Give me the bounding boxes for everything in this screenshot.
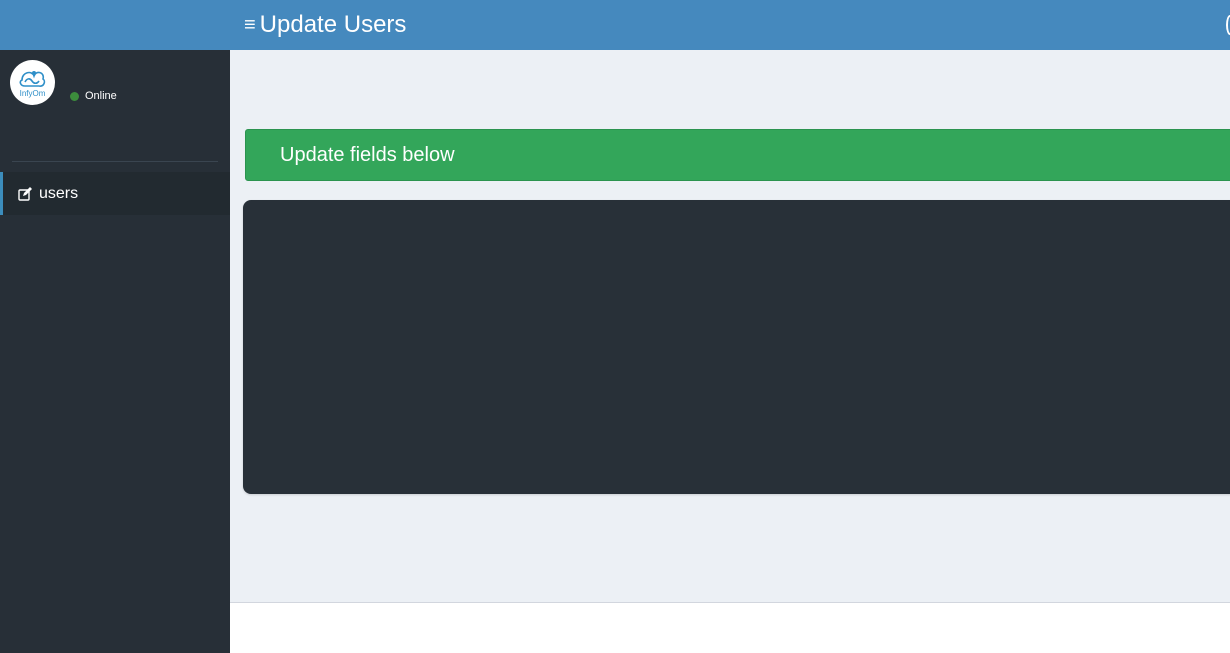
app-root: InfyOm Online users ≡ Update Users Updat… (0, 0, 1230, 653)
success-alert: Update fields below (245, 129, 1230, 181)
sidebar-logo-bar (0, 0, 230, 50)
main-content: Update fields below (230, 50, 1230, 602)
sidebar: InfyOm Online users (0, 0, 230, 653)
status-label: Online (85, 90, 117, 102)
top-header: ≡ Update Users (230, 0, 1230, 50)
alert-text: Update fields below (280, 143, 455, 166)
footer (230, 602, 1230, 653)
header-edge-icon[interactable] (1226, 15, 1230, 35)
page-title: Update Users (259, 11, 407, 38)
menu-toggle-icon[interactable]: ≡ (244, 15, 256, 35)
sidebar-item-label: users (39, 184, 79, 202)
logo-text: InfyOm (20, 89, 46, 98)
user-status: Online (70, 90, 117, 102)
status-online-dot-icon (70, 91, 79, 101)
edit-icon (17, 186, 33, 202)
form-panel (243, 200, 1230, 494)
sidebar-divider (12, 161, 218, 162)
sidebar-item-users[interactable]: users (0, 172, 230, 215)
user-panel: InfyOm Online (0, 50, 230, 120)
avatar: InfyOm (10, 60, 55, 105)
infyom-logo-icon: InfyOm (19, 71, 46, 98)
